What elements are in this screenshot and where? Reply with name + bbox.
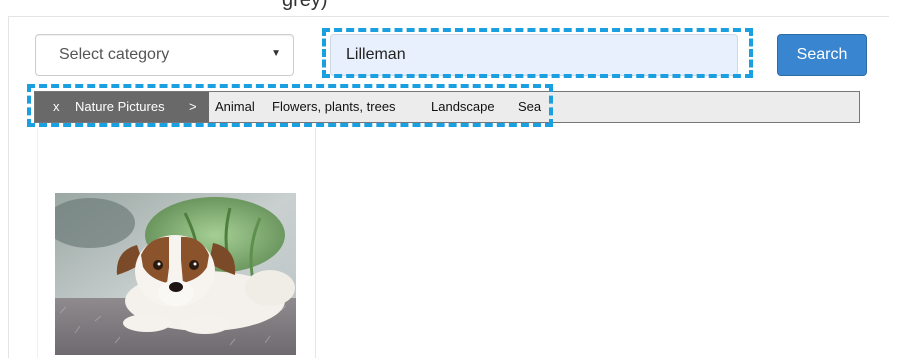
clear-category-button[interactable]: x bbox=[53, 99, 60, 114]
search-button[interactable]: Search bbox=[777, 34, 867, 76]
current-category-crumb: x Nature Pictures > bbox=[35, 92, 209, 122]
top-strip: grey) bbox=[0, 0, 897, 14]
subcategory-landscape[interactable]: Landscape bbox=[431, 99, 495, 114]
result-thumbnail[interactable] bbox=[55, 193, 296, 355]
subcategory-flowers-plants-trees[interactable]: Flowers, plants, trees bbox=[272, 99, 396, 114]
chevron-right-icon: > bbox=[189, 99, 197, 114]
category-select[interactable]: Select category ▼ bbox=[35, 34, 294, 76]
subcategory-animal[interactable]: Animal bbox=[215, 99, 255, 114]
current-category-label[interactable]: Nature Pictures bbox=[75, 99, 165, 114]
dog-photo-image bbox=[55, 193, 296, 355]
search-input[interactable] bbox=[330, 34, 738, 76]
category-bar: x Nature Pictures > Animal Flowers, plan… bbox=[34, 91, 860, 123]
caret-down-icon: ▼ bbox=[271, 48, 281, 59]
page: grey) Select category ▼ Search x Nature … bbox=[0, 0, 897, 358]
subcategory-sea[interactable]: Sea bbox=[518, 99, 541, 114]
category-select-label: Select category bbox=[59, 46, 170, 63]
clipped-heading-fragment: grey) bbox=[282, 0, 328, 11]
